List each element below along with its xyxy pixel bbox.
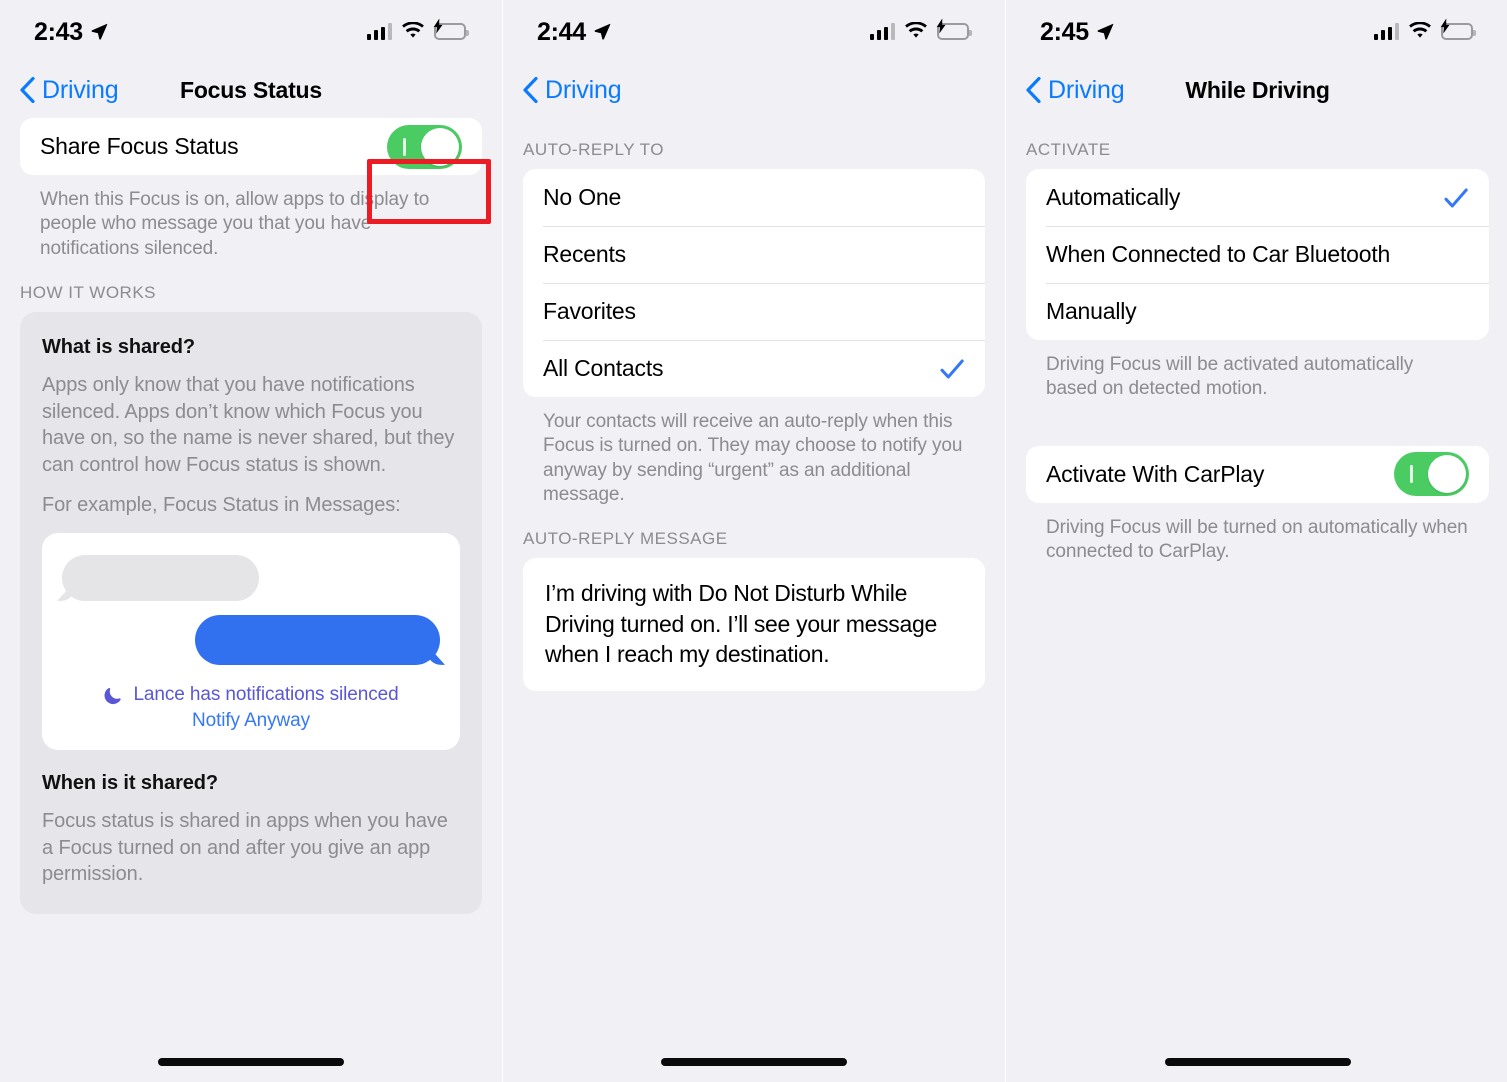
battery-charging-icon xyxy=(936,18,972,40)
auto-reply-message-value: I’m driving with Do Not Disturb While Dr… xyxy=(545,580,937,667)
chevron-left-icon xyxy=(523,77,538,103)
share-focus-status-row[interactable]: Share Focus Status xyxy=(20,118,482,175)
status-bar: 2:45 xyxy=(1006,0,1507,62)
option-label: Recents xyxy=(543,241,626,267)
auto-reply-message-header: AUTO-REPLY MESSAGE xyxy=(523,529,728,549)
nav-bar: Driving xyxy=(503,62,1005,118)
when-is-it-shared-title: When is it shared? xyxy=(42,771,219,794)
carplay-card: Activate With CarPlay xyxy=(1026,445,1489,503)
wifi-icon xyxy=(402,22,424,38)
activate-with-carplay-toggle[interactable] xyxy=(1394,452,1469,497)
status-time: 2:44 xyxy=(537,17,586,46)
location-arrow-icon xyxy=(1097,23,1114,40)
what-is-shared-body: Apps only know that you have notificatio… xyxy=(42,373,455,476)
option-label: Automatically xyxy=(1046,184,1181,210)
messages-mockup: Lance has notifications silenced Notify … xyxy=(42,532,460,750)
screen-while-driving: 2:45 Driving While Driving ACTIVATE Auto… xyxy=(1006,0,1507,1082)
cellular-bars-icon xyxy=(1373,22,1399,40)
wifi-icon xyxy=(1409,22,1431,38)
status-bar-right xyxy=(366,18,469,40)
settings-content: Automatically When Connected to Car Blue… xyxy=(1006,169,1507,564)
battery-charging-icon xyxy=(433,18,469,40)
how-it-works-header: HOW IT WORKS xyxy=(20,282,157,302)
wifi-icon xyxy=(905,22,927,38)
silenced-text: Lance has notifications silenced xyxy=(133,683,399,705)
home-indicator xyxy=(1164,1058,1351,1066)
cellular-bars-icon xyxy=(869,22,895,40)
list-item[interactable]: Automatically xyxy=(1026,169,1489,226)
checkmark-icon xyxy=(940,359,964,378)
back-button-label: Driving xyxy=(545,75,622,104)
status-bar: 2:43 xyxy=(0,0,502,62)
list-item[interactable]: Recents xyxy=(523,226,985,283)
screen-auto-reply: 2:44 Driving AUTO-REPLY TO No One Recent… xyxy=(503,0,1005,1082)
status-time: 2:45 xyxy=(1040,17,1089,46)
location-arrow-icon xyxy=(91,23,108,40)
focus-status-banner: Lance has notifications silenced xyxy=(62,684,440,706)
status-bar-left: 2:43 xyxy=(34,18,108,45)
nav-bar: Driving While Driving xyxy=(1006,62,1507,118)
screen-focus-status: 2:43 Driving Focus Status Share Focus St… xyxy=(0,0,502,1082)
what-is-shared-example: For example, Focus Status in Messages: xyxy=(42,494,401,517)
toggle-on-marker xyxy=(403,137,406,156)
location-arrow-icon xyxy=(594,23,611,40)
share-focus-status-toggle[interactable] xyxy=(387,124,462,169)
back-button-label: Driving xyxy=(1048,75,1125,104)
back-button-driving[interactable]: Driving xyxy=(20,75,119,105)
how-it-works-card: What is shared? Apps only know that you … xyxy=(20,311,482,914)
activate-header: ACTIVATE xyxy=(1026,140,1111,159)
status-bar-left: 2:45 xyxy=(1040,18,1114,45)
status-time: 2:43 xyxy=(34,17,83,46)
share-focus-status-footnote: When this Focus is on, allow apps to dis… xyxy=(40,189,430,259)
nav-bar: Driving Focus Status xyxy=(0,62,502,118)
status-bar-right xyxy=(1373,18,1476,40)
chevron-left-icon xyxy=(1026,77,1041,103)
back-button-driving[interactable]: Driving xyxy=(523,75,622,105)
list-item[interactable]: No One xyxy=(523,169,985,226)
checkmark-icon xyxy=(1444,188,1468,207)
settings-content: No One Recents Favorites All Contacts Yo… xyxy=(503,169,1005,507)
back-button-driving[interactable]: Driving xyxy=(1026,75,1125,105)
list-item[interactable]: When Connected to Car Bluetooth xyxy=(1026,226,1489,283)
activate-with-carplay-row[interactable]: Activate With CarPlay xyxy=(1026,446,1489,503)
status-bar-left: 2:44 xyxy=(537,18,611,45)
share-focus-status-label: Share Focus Status xyxy=(40,133,239,159)
option-label: Favorites xyxy=(543,298,636,324)
auto-reply-to-header: AUTO-REPLY TO xyxy=(523,140,664,159)
three-screenshot-strip: 2:43 Driving Focus Status Share Focus St… xyxy=(0,0,1507,1082)
when-is-it-shared-body: Focus status is shared in apps when you … xyxy=(42,809,448,886)
option-label: No One xyxy=(543,184,622,210)
home-indicator xyxy=(661,1058,847,1066)
auto-reply-message-field[interactable]: I’m driving with Do Not Disturb While Dr… xyxy=(523,558,985,692)
status-bar-right xyxy=(869,18,972,40)
toggle-knob xyxy=(1428,455,1466,494)
back-button-label: Driving xyxy=(42,75,119,104)
option-label: Manually xyxy=(1046,298,1137,324)
carplay-footnote: Driving Focus will be turned on automati… xyxy=(1046,516,1468,562)
crescent-moon-icon xyxy=(104,687,122,704)
list-item[interactable]: Favorites xyxy=(523,283,985,340)
activate-footnote: Driving Focus will be activated automati… xyxy=(1046,354,1414,400)
what-is-shared-title: What is shared? xyxy=(42,335,195,358)
list-item[interactable]: All Contacts xyxy=(523,340,985,397)
auto-reply-to-footnote: Your contacts will receive an auto-reply… xyxy=(543,411,963,505)
outgoing-message-bubble xyxy=(195,614,440,665)
auto-reply-to-options-card: No One Recents Favorites All Contacts xyxy=(523,169,985,397)
list-item[interactable]: Manually xyxy=(1026,283,1489,340)
share-focus-status-card: Share Focus Status xyxy=(20,118,482,175)
incoming-message-bubble xyxy=(62,554,259,601)
option-label: All Contacts xyxy=(543,355,664,381)
notify-anyway-link[interactable]: Notify Anyway xyxy=(62,710,440,732)
home-indicator xyxy=(158,1058,344,1066)
toggle-on-marker xyxy=(1410,465,1413,484)
chevron-left-icon xyxy=(20,77,35,103)
cellular-bars-icon xyxy=(366,22,392,40)
activate-options-card: Automatically When Connected to Car Blue… xyxy=(1026,169,1489,340)
status-bar: 2:44 xyxy=(503,0,1005,62)
activate-with-carplay-label: Activate With CarPlay xyxy=(1046,460,1265,487)
battery-charging-icon xyxy=(1440,18,1476,40)
settings-content: Share Focus Status When this Focus is on… xyxy=(0,118,502,261)
option-label: When Connected to Car Bluetooth xyxy=(1046,241,1391,267)
toggle-knob xyxy=(421,127,459,166)
